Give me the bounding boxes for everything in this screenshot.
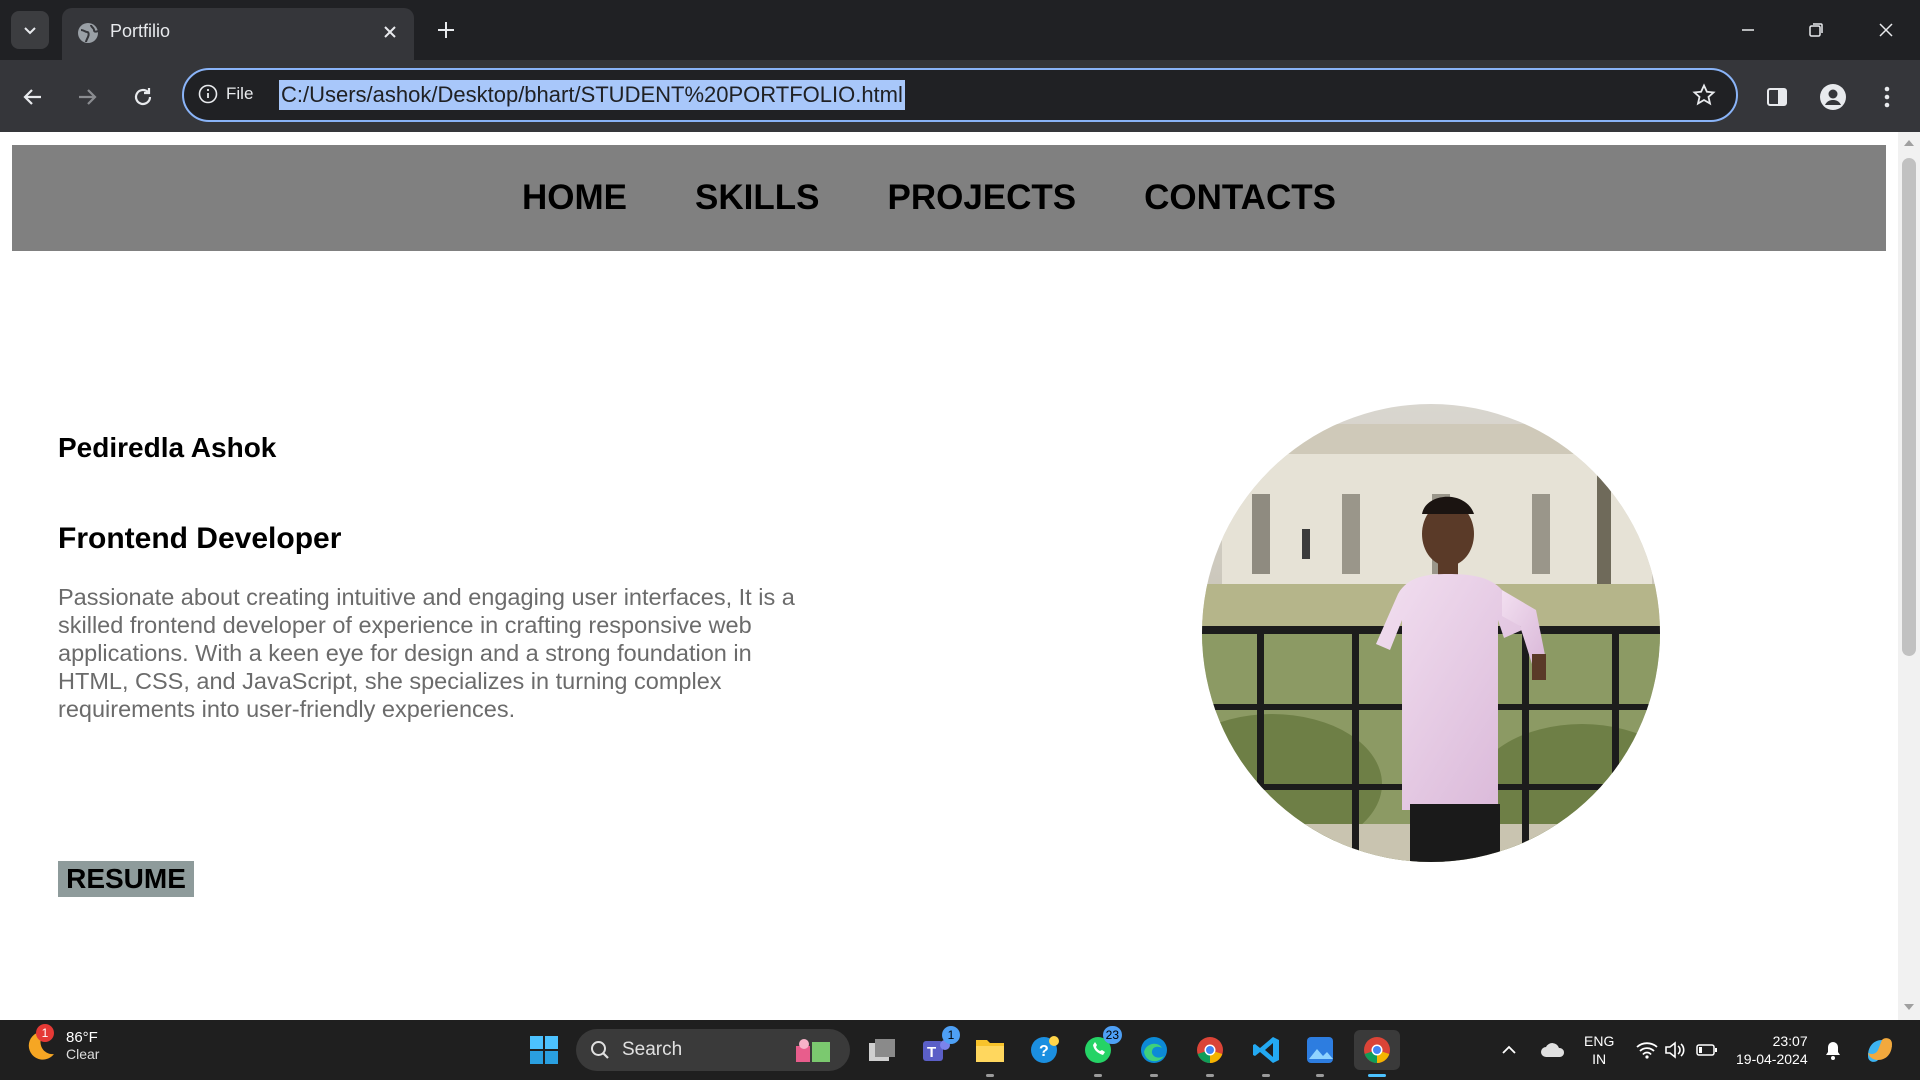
nav-link-contacts[interactable]: CONTACTS — [1144, 178, 1336, 218]
moon-weather-icon: 1 — [24, 1024, 58, 1062]
teams-icon[interactable]: T 1 — [916, 1026, 960, 1070]
site-info-button[interactable]: File — [198, 84, 253, 104]
restore-icon[interactable] — [1782, 0, 1850, 60]
site-navigation: HOME SKILLS PROJECTS CONTACTS — [12, 145, 1886, 251]
job-title: Frontend Developer — [58, 522, 342, 555]
edge-icon[interactable] — [1134, 1030, 1174, 1077]
back-arrow-icon[interactable] — [14, 78, 52, 116]
active-tab[interactable]: Portfilio — [62, 8, 414, 60]
file-scheme-label: File — [226, 84, 254, 103]
nav-link-projects[interactable]: PROJECTS — [887, 178, 1076, 218]
globe-icon — [78, 23, 99, 43]
svg-text:T: T — [927, 1044, 936, 1061]
taskbar-search[interactable]: Search — [576, 1029, 850, 1071]
browser-tab-strip: Portfilio — [0, 0, 1920, 60]
minimize-icon[interactable] — [1714, 0, 1782, 60]
nav-link-skills[interactable]: SKILLS — [695, 178, 819, 218]
search-label: Search — [622, 1039, 683, 1060]
task-view-icon[interactable] — [862, 1030, 902, 1070]
resume-button[interactable]: RESUME — [58, 861, 194, 897]
tab-close-icon[interactable] — [378, 20, 402, 44]
reload-icon[interactable] — [124, 78, 162, 116]
clock-date: 19-04-2024 — [1736, 1051, 1808, 1067]
windows-taskbar: 1 86°F Clear Search T 1 ? 23 ENG IN 23:0… — [0, 1020, 1920, 1080]
photos-app-icon[interactable] — [1300, 1030, 1340, 1077]
weather-condition: Clear — [66, 1045, 100, 1062]
scrollbar-thumb[interactable] — [1902, 158, 1916, 656]
weather-widget[interactable]: 1 86°F Clear — [24, 1024, 100, 1062]
language-code: ENG — [1584, 1033, 1615, 1049]
address-bar[interactable]: File C:/Users/ashok/Desktop/bhart/STUDEN… — [182, 68, 1738, 122]
scroll-down-arrow-icon[interactable] — [1903, 1002, 1915, 1012]
windows-start-icon[interactable] — [524, 1030, 564, 1070]
tab-search-button[interactable] — [11, 11, 49, 49]
person-name: Pediredla Ashok — [58, 432, 277, 463]
volume-icon[interactable] — [1660, 1030, 1690, 1070]
region-code: IN — [1592, 1051, 1607, 1067]
weather-temperature: 86°F — [66, 1028, 98, 1046]
profile-photo — [1202, 404, 1660, 862]
file-explorer-icon[interactable] — [970, 1030, 1010, 1077]
page-viewport: HOME SKILLS PROJECTS CONTACTS Pediredla … — [0, 132, 1898, 1020]
bio-paragraph: Passionate about creating intuitive and … — [58, 584, 795, 722]
teams-badge: 1 — [942, 1026, 960, 1044]
page-scrollbar[interactable] — [1898, 132, 1920, 1020]
bookmark-star-icon[interactable] — [1692, 83, 1716, 112]
browser-toolbar: File C:/Users/ashok/Desktop/bhart/STUDEN… — [0, 60, 1920, 132]
profile-avatar-icon[interactable] — [1814, 78, 1852, 116]
tab-title: Portfilio — [110, 21, 171, 41]
wifi-icon[interactable] — [1632, 1030, 1662, 1070]
whatsapp-icon[interactable]: 23 — [1078, 1026, 1122, 1077]
chrome-alt-icon[interactable] — [1190, 1030, 1230, 1077]
onedrive-cloud-icon[interactable] — [1536, 1030, 1570, 1070]
vscode-icon[interactable] — [1246, 1030, 1286, 1077]
help-app-icon[interactable]: ? — [1024, 1030, 1064, 1070]
close-window-icon[interactable] — [1852, 0, 1920, 60]
whatsapp-badge: 23 — [1102, 1026, 1122, 1044]
url-text[interactable]: C:/Users/ashok/Desktop/bhart/STUDENT%20P… — [279, 80, 905, 110]
copilot-icon[interactable] — [1860, 1030, 1900, 1070]
notification-bell-icon[interactable] — [1818, 1030, 1848, 1070]
chrome-active-icon[interactable] — [1354, 1030, 1400, 1077]
scroll-up-arrow-icon[interactable] — [1903, 138, 1915, 148]
forward-arrow-icon[interactable] — [68, 78, 106, 116]
battery-icon[interactable] — [1692, 1030, 1722, 1070]
tray-overflow-chevron-icon[interactable] — [1494, 1030, 1524, 1070]
info-icon — [198, 84, 218, 104]
search-highlight-icon — [796, 1039, 830, 1062]
more-menu-icon[interactable] — [1868, 78, 1906, 116]
input-language[interactable]: ENG IN — [1584, 1032, 1614, 1068]
nav-link-home[interactable]: HOME — [522, 178, 627, 218]
clock-time: 23:07 — [1772, 1033, 1808, 1049]
search-icon — [591, 1041, 609, 1059]
weather-alert-badge: 1 — [36, 1024, 54, 1042]
new-tab-plus-icon[interactable] — [432, 16, 460, 44]
chevron-down-icon — [24, 27, 36, 35]
side-panel-icon[interactable] — [1758, 78, 1796, 116]
svg-text:?: ? — [1039, 1043, 1049, 1060]
system-clock[interactable]: 23:07 19-04-2024 — [1736, 1032, 1808, 1068]
